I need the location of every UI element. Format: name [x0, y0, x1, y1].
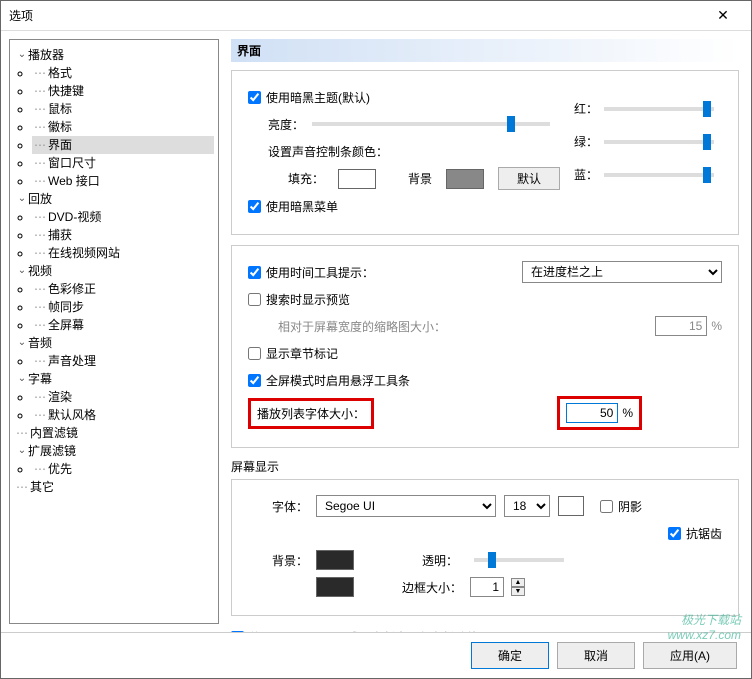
playlist-font-input[interactable] — [566, 403, 618, 423]
section-title: 界面 — [231, 39, 739, 62]
tree-dvd[interactable]: ⋯DVD-视频 — [32, 208, 214, 226]
content-panel: 界面 使用暗黑主题(默认) 亮度： 设置声音控制条颜色： 填充： 背景 默认 使… — [219, 31, 751, 632]
osd-title: 屏幕显示 — [231, 458, 739, 475]
tree-priority[interactable]: ⋯优先 — [32, 460, 214, 478]
tree-color[interactable]: ⋯色彩修正 — [32, 280, 214, 298]
blue-label: 蓝： — [574, 166, 598, 183]
bg-swatch[interactable] — [446, 169, 484, 189]
tree-subtitle[interactable]: ⌄字幕 — [14, 370, 214, 388]
tree-capture[interactable]: ⋯捕获 — [32, 226, 214, 244]
apply-button[interactable]: 应用(A) — [643, 642, 737, 669]
titlebar: 选项 ✕ — [1, 1, 751, 31]
red-slider[interactable] — [604, 107, 714, 111]
tree-shortcut[interactable]: ⋯快捷键 — [32, 82, 214, 100]
font-select[interactable]: Segoe UI — [316, 495, 496, 517]
audio-color-label: 设置声音控制条颜色： — [268, 143, 388, 160]
theme-group: 使用暗黑主题(默认) 亮度： 设置声音控制条颜色： 填充： 背景 默认 使用暗黑… — [231, 70, 739, 235]
ok-button[interactable]: 确定 — [471, 642, 549, 669]
antialias-checkbox[interactable]: 抗锯齿 — [668, 525, 722, 542]
bg-label: 背景 — [408, 170, 432, 187]
tree-playback[interactable]: ⌄回放 — [14, 190, 214, 208]
border-label: 边框大小： — [402, 579, 462, 596]
tree-extfilter[interactable]: ⌄扩展滤镜 — [14, 442, 214, 460]
transparent-slider[interactable] — [474, 558, 564, 562]
tree-video[interactable]: ⌄视频 — [14, 262, 214, 280]
font-size-select[interactable]: 18 — [504, 495, 550, 517]
green-label: 绿： — [574, 133, 598, 150]
window-title: 选项 — [9, 7, 703, 24]
blue-slider[interactable] — [604, 173, 714, 177]
border-spinner[interactable]: ▲▼ — [511, 578, 525, 596]
tree-interface[interactable]: ⋯界面 — [32, 136, 214, 154]
options-dialog: 选项 ✕ ⌄播放器 ⋯格式 ⋯快捷键 ⋯鼠标 ⋯徽标 ⋯界面 ⋯窗口尺寸 ⋯We… — [0, 0, 752, 679]
chapter-checkbox[interactable]: 显示章节标记 — [248, 345, 338, 362]
green-slider[interactable] — [604, 140, 714, 144]
fill-label: 填充： — [288, 170, 324, 187]
tree-audioproc[interactable]: ⋯声音处理 — [32, 352, 214, 370]
preview-size-label: 相对于屏幕宽度的缩略图大小： — [278, 318, 446, 335]
tree-intfilter[interactable]: ⋯内置滤镜 — [14, 424, 214, 442]
tooltip-position-select[interactable]: 在进度栏之上 — [522, 261, 722, 283]
tree-other[interactable]: ⋯其它 — [14, 478, 214, 496]
tooltip-group: 使用时间工具提示： 在进度栏之上 搜索时显示预览 相对于屏幕宽度的缩略图大小： … — [231, 245, 739, 448]
font-color-swatch[interactable] — [558, 496, 584, 516]
default-button[interactable]: 默认 — [498, 167, 560, 190]
dialog-footer: 确定 取消 应用(A) — [1, 632, 751, 678]
border-input[interactable] — [470, 577, 504, 597]
dark-theme-checkbox[interactable]: 使用暗黑主题(默认) — [248, 89, 370, 106]
close-icon[interactable]: ✕ — [703, 7, 743, 24]
tree-player[interactable]: ⌄播放器 — [14, 46, 214, 64]
tree-winsize[interactable]: ⋯窗口尺寸 — [32, 154, 214, 172]
osd-group: 字体： Segoe UI 18 阴影 抗锯齿 背景： 透明： — [231, 479, 739, 616]
transparent-label: 透明： — [422, 552, 458, 569]
dark-menu-checkbox[interactable]: 使用暗黑菜单 — [248, 198, 338, 215]
tree-substyle[interactable]: ⋯默认风格 — [32, 406, 214, 424]
tree-fullscreen[interactable]: ⋯全屏幕 — [32, 316, 214, 334]
osd-border-swatch[interactable] — [316, 577, 354, 597]
brightness-slider[interactable] — [312, 122, 550, 126]
tree-web[interactable]: ⋯Web 接口 — [32, 172, 214, 190]
tree-icon[interactable]: ⋯徽标 — [32, 118, 214, 136]
tree-audio[interactable]: ⌄音频 — [14, 334, 214, 352]
osd-bg-swatch[interactable] — [316, 550, 354, 570]
search-preview-checkbox[interactable]: 搜索时显示预览 — [248, 291, 350, 308]
brightness-label: 亮度： — [268, 116, 304, 133]
cancel-button[interactable]: 取消 — [557, 642, 635, 669]
fs-toolbar-checkbox[interactable]: 全屏模式时启用悬浮工具条 — [248, 372, 410, 389]
tree-online[interactable]: ⋯在线视频网站 — [32, 244, 214, 262]
tree-mouse[interactable]: ⋯鼠标 — [32, 100, 214, 118]
fill-swatch[interactable] — [338, 169, 376, 189]
tree-sync[interactable]: ⋯帧同步 — [32, 298, 214, 316]
playlist-font-label: 播放列表字体大小： — [248, 398, 374, 429]
category-tree[interactable]: ⌄播放器 ⋯格式 ⋯快捷键 ⋯鼠标 ⋯徽标 ⋯界面 ⋯窗口尺寸 ⋯Web 接口 … — [9, 39, 219, 624]
time-tooltip-checkbox[interactable]: 使用时间工具提示： — [248, 264, 374, 281]
shadow-checkbox[interactable]: 阴影 — [600, 498, 642, 515]
preview-size-input[interactable] — [655, 316, 707, 336]
font-label: 字体： — [248, 498, 308, 515]
tree-render[interactable]: ⋯渲染 — [32, 388, 214, 406]
tree-format[interactable]: ⋯格式 — [32, 64, 214, 82]
osd-bg-label: 背景： — [248, 552, 308, 569]
red-label: 红： — [574, 100, 598, 117]
